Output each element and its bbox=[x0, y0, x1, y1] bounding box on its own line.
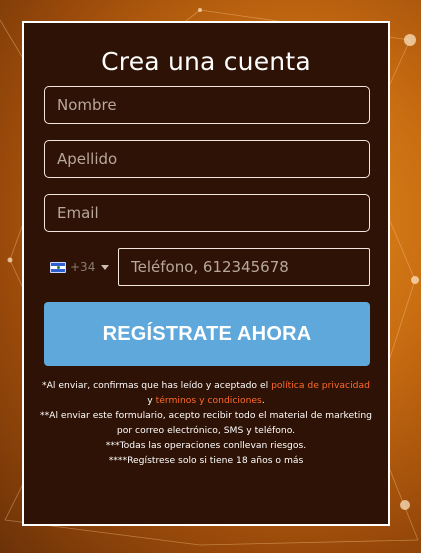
consent-line: *Al enviar, confirmas que has leído y ac… bbox=[38, 378, 374, 408]
consent-prefix: *Al enviar, confirmas que has leído y ac… bbox=[42, 380, 272, 391]
flag-icon bbox=[50, 261, 66, 273]
consent-suffix: . bbox=[261, 395, 265, 406]
privacy-policy-link[interactable]: política de privacidad bbox=[271, 380, 370, 391]
email-input[interactable] bbox=[44, 194, 370, 232]
first-name-input[interactable] bbox=[44, 86, 370, 124]
country-code-selector[interactable]: +34 bbox=[50, 257, 110, 277]
chevron-down-icon bbox=[101, 264, 110, 270]
risk-warning-text: ***Todas las operaciones conllevan riesg… bbox=[105, 440, 307, 451]
phone-input[interactable] bbox=[118, 248, 370, 286]
consent-mid: y bbox=[147, 395, 156, 406]
signup-card: Crea una cuenta +34 REGÍSTRATE AHORA *Al… bbox=[22, 21, 390, 526]
age-requirement-text: ****Regístrese solo si tiene 18 años o m… bbox=[108, 455, 304, 466]
register-button[interactable]: REGÍSTRATE AHORA bbox=[44, 302, 370, 366]
last-name-input[interactable] bbox=[44, 140, 370, 178]
legal-notice: *Al enviar, confirmas que has leído y ac… bbox=[38, 378, 374, 468]
phone-row: +34 bbox=[44, 248, 370, 286]
terms-link[interactable]: términos y condiciones bbox=[156, 395, 262, 406]
marketing-consent-text: **Al enviar este formulario, acepto reci… bbox=[39, 410, 372, 436]
form-title: Crea una cuenta bbox=[101, 47, 311, 76]
dial-code: +34 bbox=[70, 260, 96, 274]
